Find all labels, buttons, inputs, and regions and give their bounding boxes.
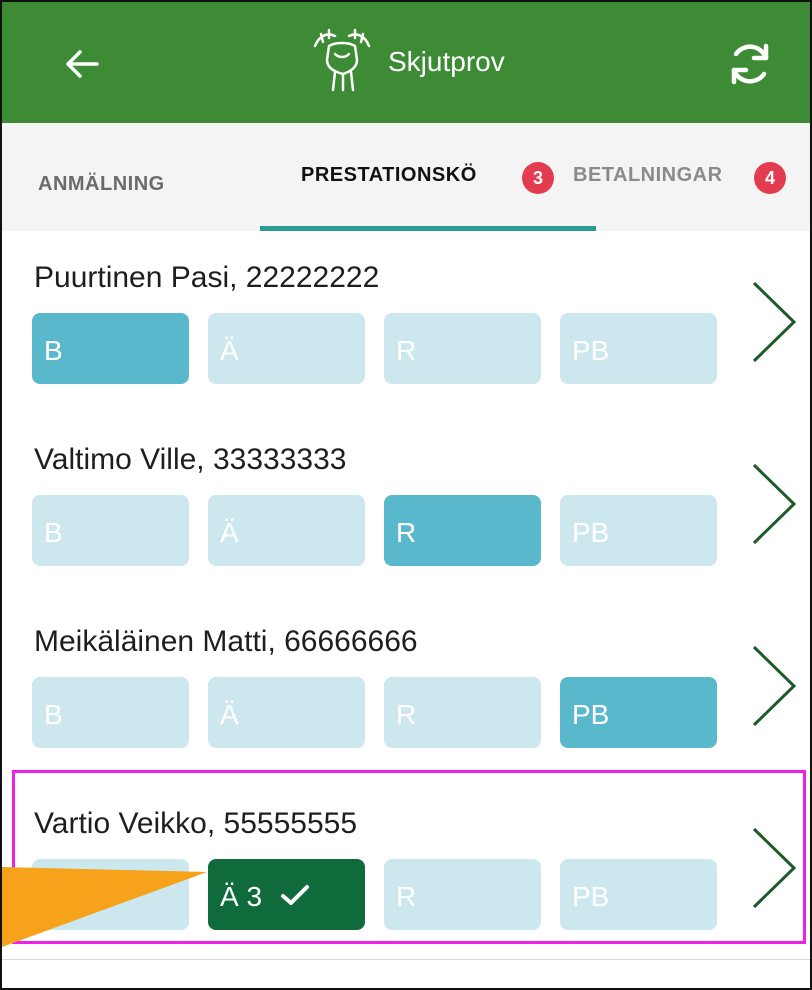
moose-logo-icon xyxy=(313,28,371,92)
pill-a[interactable]: Ä xyxy=(208,495,365,566)
pill-pb[interactable]: PB xyxy=(560,495,717,566)
back-button[interactable] xyxy=(52,42,112,86)
pill-r[interactable]: R xyxy=(384,859,541,930)
tab-prestationsko[interactable]: PRESTATIONSKÖ xyxy=(301,164,477,187)
pill-b[interactable]: B xyxy=(32,677,189,748)
page-title: Skjutprov xyxy=(388,46,505,77)
refresh-icon xyxy=(731,43,769,85)
tab-anmalning[interactable]: ANMÄLNING xyxy=(38,173,165,196)
participant-name: Valtimo Ville, 33333333 xyxy=(34,443,347,476)
chevron-right-icon[interactable] xyxy=(750,459,800,549)
checkmark-icon xyxy=(280,885,309,905)
pill-r[interactable]: R xyxy=(384,313,541,384)
pill-pb[interactable]: PB xyxy=(560,677,717,748)
refresh-button[interactable] xyxy=(720,34,780,94)
chevron-right-icon[interactable] xyxy=(750,641,800,731)
participant-name: Meikäläinen Matti, 66666666 xyxy=(34,625,418,658)
list-item[interactable]: Puurtinen Pasi, 22222222 B Ä R PB xyxy=(2,231,810,414)
app-bar: Skjutprov xyxy=(2,2,810,123)
pill-r[interactable]: R xyxy=(384,495,541,566)
list-item[interactable]: Meikäläinen Matti, 66666666 B Ä R PB xyxy=(2,595,810,778)
tab-betalningar[interactable]: BETALNINGAR xyxy=(573,164,723,187)
pill-a[interactable]: Ä xyxy=(208,677,365,748)
app-screen: Skjutprov ANMÄLNING PRESTATIONSKÖ BETALN… xyxy=(0,0,812,990)
pill-b[interactable]: B xyxy=(32,313,189,384)
pointer-arrow-icon xyxy=(2,867,207,947)
tab-bar: ANMÄLNING PRESTATIONSKÖ BETALNINGAR xyxy=(2,123,810,233)
pill-pb[interactable]: PB xyxy=(560,859,717,930)
chevron-right-icon[interactable] xyxy=(750,277,800,367)
pill-pb[interactable]: PB xyxy=(560,313,717,384)
pill-b[interactable]: B xyxy=(32,495,189,566)
betalningar-badge: 4 xyxy=(754,162,786,194)
participant-name: Puurtinen Pasi, 22222222 xyxy=(34,261,380,294)
chevron-right-icon[interactable] xyxy=(750,823,800,913)
list-item[interactable]: Valtimo Ville, 33333333 B Ä R PB xyxy=(2,413,810,596)
pill-r[interactable]: R xyxy=(384,677,541,748)
arrow-left-icon xyxy=(66,50,99,78)
prestationsko-badge: 3 xyxy=(522,162,554,194)
pill-a[interactable]: Ä xyxy=(208,313,365,384)
